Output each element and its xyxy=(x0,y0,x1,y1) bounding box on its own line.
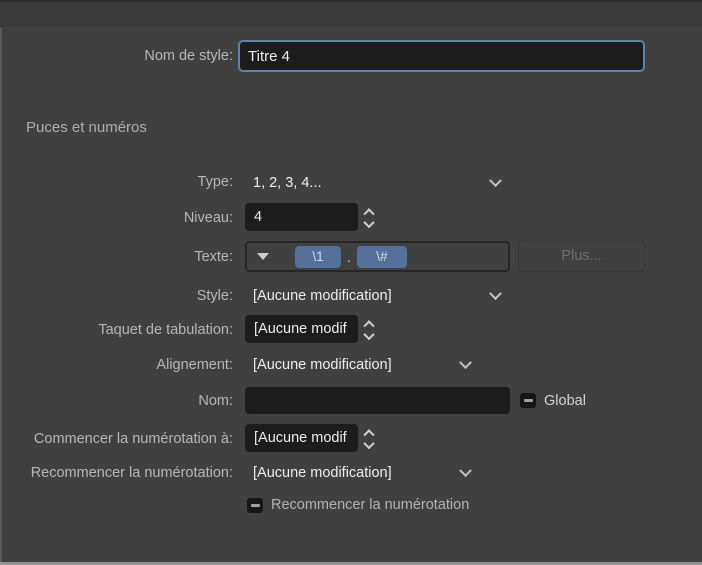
niveau-stepper[interactable] xyxy=(363,203,375,231)
style-edit-panel: Nom de style: Puces et numéros Type: 1, … xyxy=(0,0,702,565)
panel-top-bar xyxy=(0,0,702,27)
token-separator: . xyxy=(347,248,351,265)
commencer-input[interactable] xyxy=(245,424,358,452)
type-dropdown-value: 1, 2, 3, 4... xyxy=(253,175,322,191)
minus-icon xyxy=(523,399,533,402)
chevron-down-icon xyxy=(489,286,502,300)
chevron-down-icon[interactable] xyxy=(363,216,375,228)
recommencer-dropdown[interactable]: [Aucune modification] xyxy=(245,460,480,486)
niveau-label: Niveau: xyxy=(183,210,233,226)
chevron-down-icon xyxy=(459,463,472,477)
recommencer-checkbox-label: Recommencer la numérotation xyxy=(271,497,470,513)
chevron-down-icon[interactable] xyxy=(363,328,375,340)
texte-label: Texte: xyxy=(194,249,233,265)
hash-token[interactable]: \# xyxy=(356,245,407,268)
alignement-dropdown[interactable]: [Aucune modification] xyxy=(245,352,480,378)
type-label: Type: xyxy=(197,174,233,190)
type-dropdown[interactable]: 1, 2, 3, 4... xyxy=(245,170,510,196)
style-label: Style: xyxy=(196,288,233,304)
triangle-down-icon[interactable] xyxy=(257,253,269,260)
section-heading: Puces et numéros xyxy=(26,119,147,136)
niveau-input[interactable] xyxy=(245,203,358,231)
style-name-label: Nom de style: xyxy=(144,48,233,64)
number-token[interactable]: \1 xyxy=(295,245,341,268)
commencer-label: Commencer la numérotation à: xyxy=(33,431,233,447)
recommencer-label: Recommencer la numérotation: xyxy=(30,465,233,481)
nom-label: Nom: xyxy=(198,393,233,409)
style-dropdown[interactable]: [Aucune modification] xyxy=(245,283,510,309)
plus-button[interactable]: Plus... xyxy=(518,241,645,272)
alignement-label: Alignement: xyxy=(156,357,233,373)
nom-input[interactable] xyxy=(245,387,510,414)
minus-icon xyxy=(250,503,260,507)
chevron-down-icon xyxy=(489,173,502,187)
style-name-input[interactable] xyxy=(238,40,645,72)
taquet-label: Taquet de tabulation: xyxy=(98,322,233,338)
chevron-down-icon[interactable] xyxy=(363,437,375,449)
recommencer-checkbox[interactable] xyxy=(247,497,263,513)
style-dropdown-value: [Aucune modification] xyxy=(253,288,392,304)
alignement-dropdown-value: [Aucune modification] xyxy=(253,357,392,373)
taquet-input[interactable] xyxy=(245,315,358,343)
global-checkbox-label: Global xyxy=(544,392,586,409)
texte-token-field[interactable]: \1 . \# xyxy=(245,241,510,272)
commencer-stepper[interactable] xyxy=(363,424,375,452)
recommencer-dropdown-value: [Aucune modification] xyxy=(253,465,392,481)
global-checkbox[interactable] xyxy=(520,393,536,408)
taquet-stepper[interactable] xyxy=(363,315,375,343)
chevron-down-icon xyxy=(459,355,472,369)
